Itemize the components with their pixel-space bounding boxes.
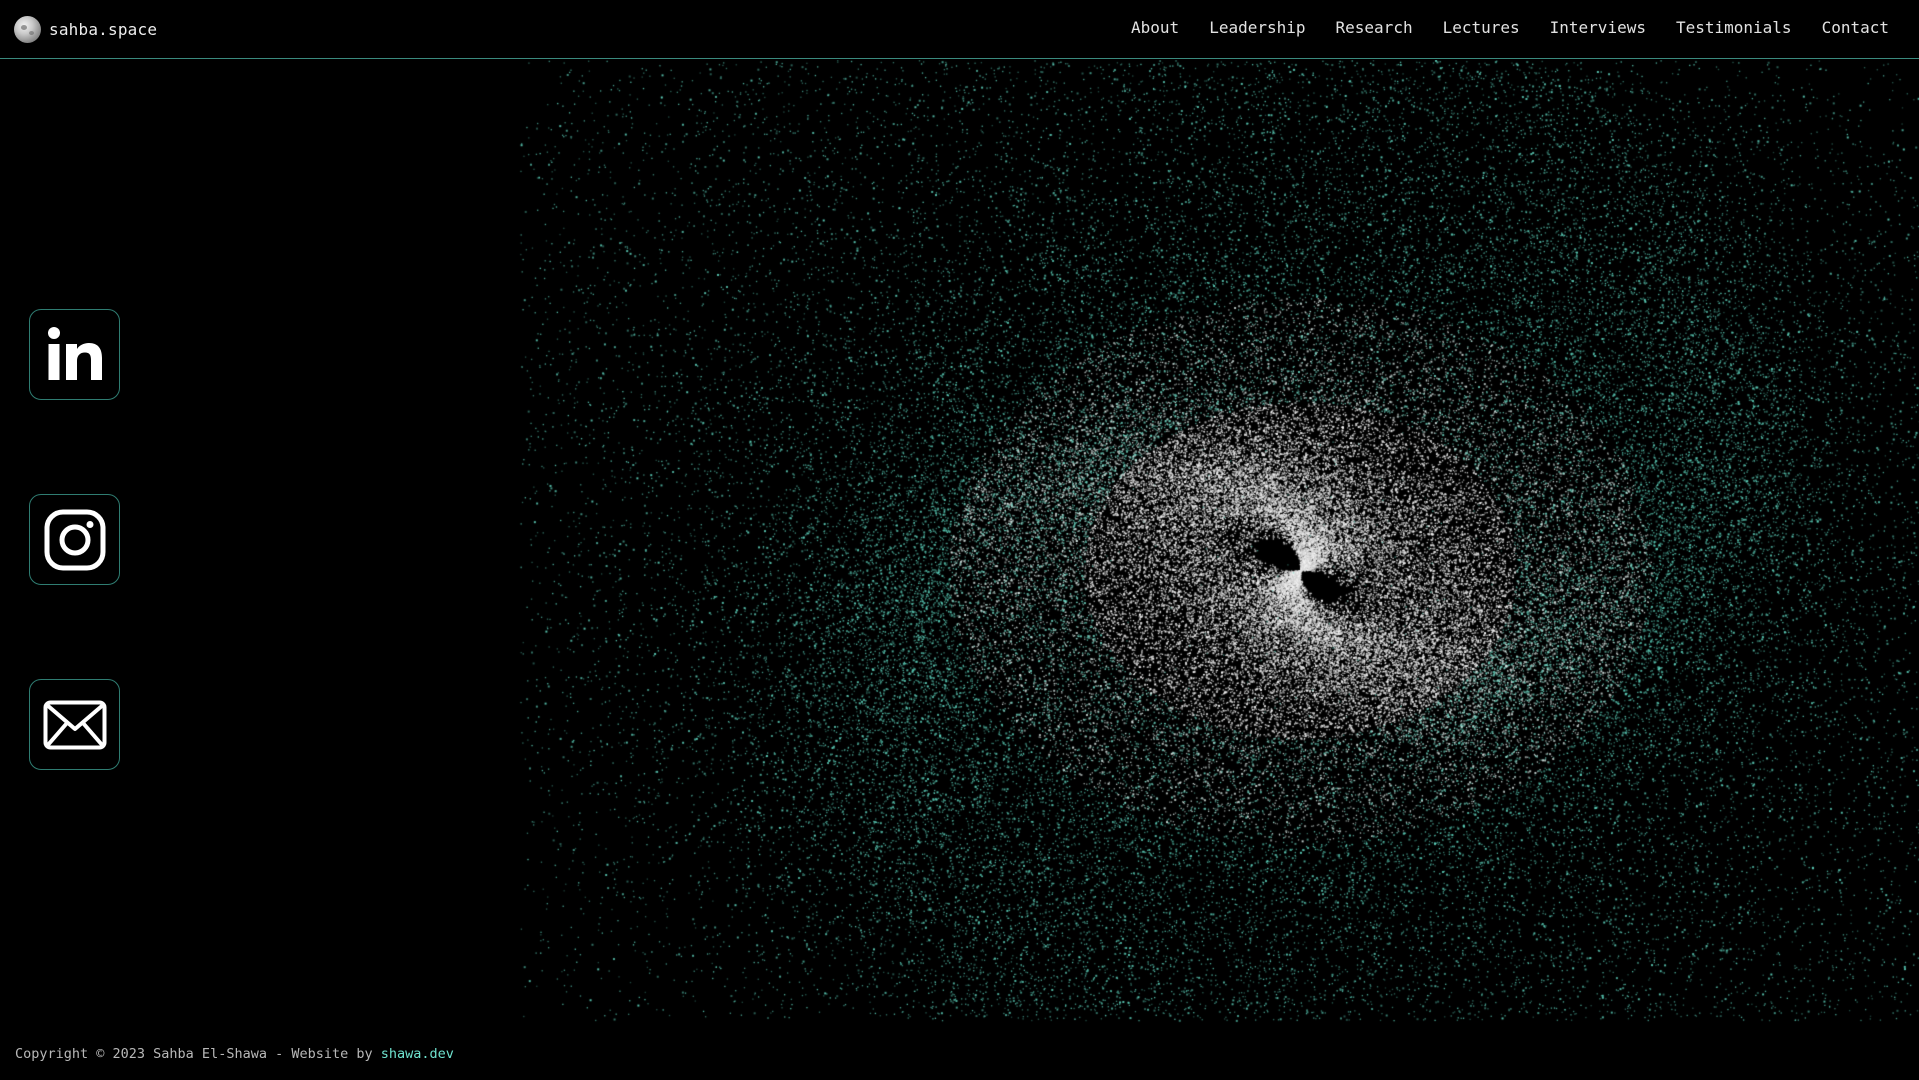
nav-about[interactable]: About <box>1131 18 1179 37</box>
nav-testimonials[interactable]: Testimonials <box>1676 18 1792 37</box>
linkedin-icon <box>47 326 102 380</box>
nav-lectures[interactable]: Lectures <box>1443 18 1520 37</box>
instagram-button[interactable] <box>29 494 120 585</box>
email-button[interactable] <box>29 679 120 770</box>
galaxy-particle-background <box>0 60 1919 1030</box>
site-footer: Copyright © 2023 Sahba El-Shawa - Websit… <box>15 1046 454 1062</box>
nav-contact[interactable]: Contact <box>1822 18 1889 37</box>
nav-leadership[interactable]: Leadership <box>1209 18 1305 37</box>
linkedin-button[interactable] <box>29 309 120 400</box>
brand-link[interactable]: sahba.space <box>14 16 157 43</box>
nav-research[interactable]: Research <box>1336 18 1413 37</box>
copyright-text: Copyright © 2023 Sahba El-Shawa - Websit… <box>15 1046 381 1062</box>
brand-name: sahba.space <box>49 20 158 39</box>
footer-credit-link[interactable]: shawa.dev <box>381 1046 454 1062</box>
instagram-icon <box>44 509 105 570</box>
page: sahba.space About Leadership Research Le… <box>0 0 1919 1080</box>
nav-interviews[interactable]: Interviews <box>1550 18 1646 37</box>
moon-logo-icon <box>14 16 41 43</box>
site-header: sahba.space About Leadership Research Le… <box>0 0 1919 59</box>
mail-icon <box>43 700 106 749</box>
main-nav: About Leadership Research Lectures Inter… <box>1101 18 1889 37</box>
